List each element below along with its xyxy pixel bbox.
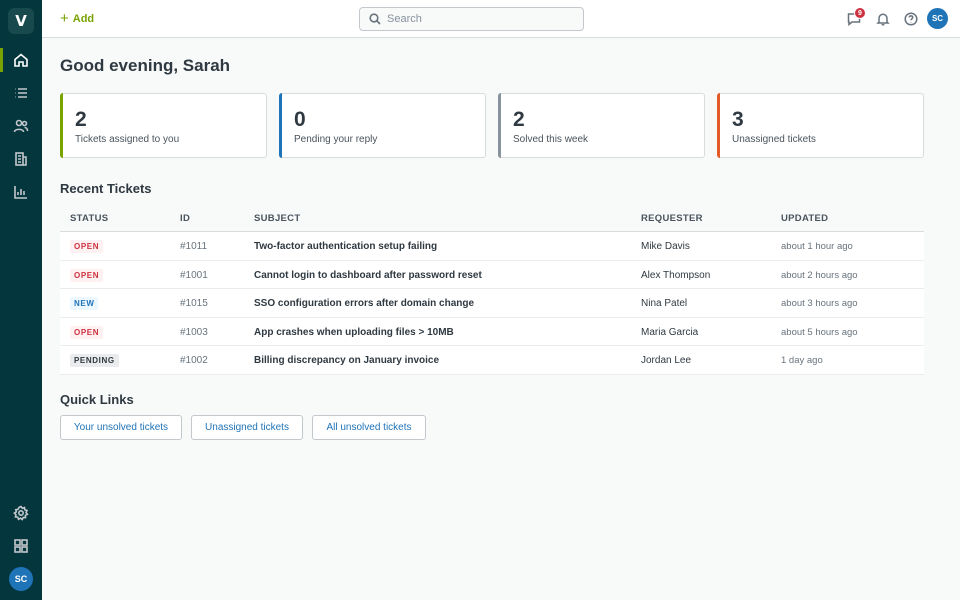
stat-label: Pending your reply	[294, 134, 378, 145]
ticket-subject[interactable]: App crashes when uploading files > 10MB	[254, 327, 454, 338]
ticket-updated: about 3 hours ago	[781, 298, 858, 309]
quick-link-unassigned[interactable]: Unassigned tickets	[191, 415, 303, 440]
table-row[interactable]: PENDING #1002 Billing discrepancy on Jan…	[60, 346, 924, 375]
table-header: STATUS ID SUBJECT REQUESTER UPDATED	[60, 204, 924, 232]
stat-accent-bar	[717, 93, 720, 158]
ticket-id: #1001	[180, 269, 208, 281]
ticket-subject[interactable]: Cannot login to dashboard after password…	[254, 270, 482, 281]
stat-value: 3	[732, 108, 744, 131]
ticket-id: #1011	[180, 241, 208, 252]
section-title-quick-links: Quick Links	[60, 392, 134, 407]
ticket-updated: about 5 hours ago	[781, 326, 858, 338]
sidebar-item-customers[interactable]	[0, 111, 42, 141]
ticket-subject[interactable]: Two-factor authentication setup failing	[254, 241, 437, 252]
recent-tickets-table: STATUS ID SUBJECT REQUESTER UPDATED OPEN…	[60, 204, 924, 375]
stat-card-assigned[interactable]: 2 Tickets assigned to you	[60, 93, 267, 158]
ticket-updated: about 1 hour ago	[781, 241, 853, 252]
column-header-id[interactable]: ID	[180, 213, 190, 224]
ticket-id: #1003	[180, 326, 208, 338]
quick-link-all-unsolved[interactable]: All unsolved tickets	[312, 415, 426, 440]
sidebar-item-settings[interactable]	[0, 498, 42, 528]
product-logo[interactable]: V	[8, 8, 34, 34]
table-row[interactable]: OPEN #1003 App crashes when uploading fi…	[60, 317, 924, 346]
ticket-updated: about 2 hours ago	[781, 269, 858, 281]
table-row[interactable]: NEW #1015 SSO configuration errors after…	[60, 289, 924, 318]
avatar[interactable]: SC	[9, 567, 33, 591]
column-header-subject[interactable]: SUBJECT	[254, 213, 300, 224]
ticket-id: #1015	[180, 298, 208, 309]
sidebar-item-views[interactable]	[0, 78, 42, 108]
ticket-requester: Maria Garcia	[641, 326, 699, 338]
building-icon	[15, 152, 27, 166]
stat-label: Tickets assigned to you	[75, 134, 180, 145]
add-button-label: Add	[72, 13, 95, 25]
chart-icon	[14, 186, 27, 199]
ticket-subject[interactable]: SSO configuration errors after domain ch…	[254, 298, 474, 309]
notification-badge: 9	[854, 7, 866, 19]
top-bar: + Add 9 SC	[42, 0, 960, 38]
status-badge: OPEN	[70, 325, 104, 339]
ticket-requester: Alex Thompson	[641, 269, 711, 281]
status-badge: NEW	[70, 297, 99, 310]
column-header-updated[interactable]: UPDATED	[781, 213, 828, 224]
table-row[interactable]: OPEN #1011 Two-factor authentication set…	[60, 232, 924, 261]
column-header-requester[interactable]: REQUESTER	[641, 213, 703, 224]
status-badge: OPEN	[70, 240, 104, 253]
home-icon	[14, 53, 28, 67]
add-button[interactable]: + Add	[60, 10, 94, 28]
stat-accent-bar	[498, 93, 501, 158]
bell-icon	[876, 13, 890, 26]
stat-label: Solved this week	[513, 134, 589, 145]
stat-label: Unassigned tickets	[732, 134, 816, 145]
ticket-updated: 1 day ago	[781, 355, 823, 366]
search-icon	[369, 13, 381, 25]
stat-card-pending[interactable]: 0 Pending your reply	[279, 93, 486, 158]
conversations-button[interactable]: 9	[845, 7, 866, 28]
stat-card-unassigned[interactable]: 3 Unassigned tickets	[717, 93, 924, 158]
sidebar-nav: V SC	[0, 0, 42, 600]
sidebar-item-organizations[interactable]	[0, 144, 42, 174]
help-button[interactable]	[902, 10, 920, 28]
notifications-button[interactable]	[874, 10, 892, 28]
plus-icon: +	[60, 10, 69, 27]
gear-icon	[13, 505, 29, 521]
quick-link-your-unsolved[interactable]: Your unsolved tickets	[60, 415, 182, 440]
status-badge: OPEN	[70, 268, 104, 282]
search-input[interactable]	[387, 13, 577, 25]
ticket-requester: Jordan Lee	[641, 355, 692, 366]
ticket-requester: Mike Davis	[641, 241, 690, 252]
list-icon	[15, 88, 27, 98]
stat-accent-bar	[279, 93, 282, 158]
help-icon	[904, 12, 918, 26]
sidebar-item-home[interactable]	[0, 45, 42, 75]
section-title-recent: Recent Tickets	[60, 181, 152, 196]
logo-letter: V	[15, 12, 27, 30]
sidebar-item-apps[interactable]	[0, 531, 42, 561]
ticket-requester: Nina Patel	[641, 298, 688, 309]
page-title: Good evening, Sarah	[60, 56, 231, 75]
table-row[interactable]: OPEN #1001 Cannot login to dashboard aft…	[60, 260, 924, 289]
status-badge: PENDING	[70, 354, 119, 367]
stat-value: 2	[75, 108, 87, 131]
column-header-status[interactable]: STATUS	[70, 213, 108, 224]
ticket-id: #1002	[180, 355, 208, 366]
sidebar-item-reporting[interactable]	[0, 177, 42, 207]
stat-card-solved[interactable]: 2 Solved this week	[498, 93, 705, 158]
user-avatar[interactable]: SC	[927, 8, 948, 29]
ticket-subject[interactable]: Billing discrepancy on January invoice	[254, 355, 439, 366]
stat-accent-bar	[60, 93, 63, 158]
users-icon	[13, 119, 29, 133]
grid-icon	[14, 539, 28, 553]
search-box[interactable]	[359, 7, 584, 31]
stat-value: 0	[294, 108, 306, 131]
stat-value: 2	[513, 108, 525, 131]
